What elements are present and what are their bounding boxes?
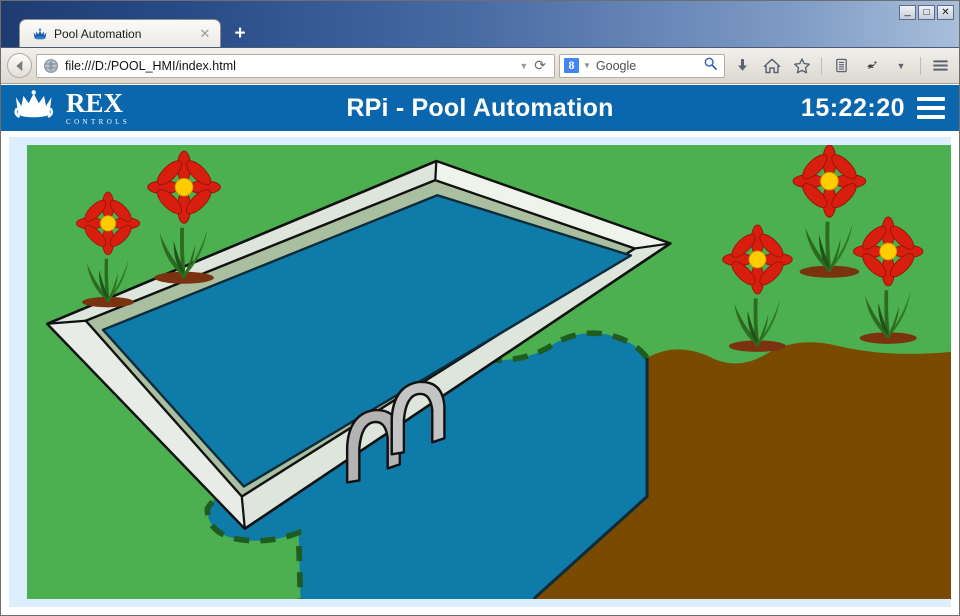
clock-display: 15:22:20 (800, 93, 905, 122)
address-bar-text[interactable]: file:///D:/POOL_HMI/index.html (65, 59, 513, 73)
addon-icon[interactable] (858, 53, 884, 79)
navigation-toolbar: file:///D:/POOL_HMI/index.html ▼ ⟳ 8 ▼ G… (1, 48, 959, 84)
reload-icon[interactable]: ⟳ (534, 57, 550, 74)
hmi-stage-wrapper (1, 131, 959, 615)
toolbar-divider (920, 56, 921, 75)
app-header-right: 15:22:20 (801, 94, 945, 123)
back-button[interactable] (7, 53, 32, 78)
chevron-down-icon[interactable]: ▼ (513, 61, 534, 71)
hamburger-menu-icon[interactable] (917, 97, 945, 119)
library-icon[interactable] (828, 53, 854, 79)
rex-crown-icon (32, 26, 48, 42)
maximize-button[interactable]: □ (918, 5, 935, 20)
page-viewport: REX CONTROLS RPi - Pool Automation 15:22… (1, 84, 959, 615)
rex-controls-logo[interactable]: REX CONTROLS (13, 90, 130, 126)
bookmark-star-icon[interactable] (789, 53, 815, 79)
brand-name: REX (66, 88, 124, 118)
globe-icon (43, 58, 59, 74)
tab-title: Pool Automation (54, 26, 142, 41)
brand-subtitle: CONTROLS (66, 118, 131, 126)
close-button[interactable]: ✕ (937, 5, 954, 20)
address-bar[interactable]: file:///D:/POOL_HMI/index.html ▼ ⟳ (36, 53, 555, 78)
browser-window: _ □ ✕ Pool Automation ✕ + file:///D:/POO… (0, 0, 960, 616)
title-bar: _ □ ✕ Pool Automation ✕ + (1, 1, 959, 48)
google-engine-icon[interactable]: 8 (564, 58, 579, 73)
new-tab-button[interactable]: + (223, 21, 257, 47)
firefox-menu-icon[interactable] (927, 53, 953, 79)
tab-strip: Pool Automation ✕ + (19, 19, 257, 47)
search-input[interactable]: Google (596, 59, 703, 73)
downloads-icon[interactable] (729, 53, 755, 79)
toolbar-divider (821, 56, 822, 75)
search-bar[interactable]: 8 ▼ Google (559, 53, 725, 78)
minimize-button[interactable]: _ (899, 5, 916, 20)
tab-close-icon[interactable]: ✕ (198, 27, 212, 41)
home-icon[interactable] (759, 53, 785, 79)
app-header: REX CONTROLS RPi - Pool Automation 15:22… (1, 85, 959, 131)
overflow-caret-icon[interactable]: ▼ (888, 53, 914, 79)
chevron-down-icon[interactable]: ▼ (583, 61, 591, 70)
crown-logo-icon (13, 90, 59, 126)
tab-pool-automation[interactable]: Pool Automation ✕ (19, 19, 221, 47)
pool-automation-scene[interactable] (27, 145, 951, 599)
window-controls: _ □ ✕ (899, 5, 954, 20)
search-icon[interactable] (703, 56, 720, 76)
hmi-stage (9, 137, 951, 607)
